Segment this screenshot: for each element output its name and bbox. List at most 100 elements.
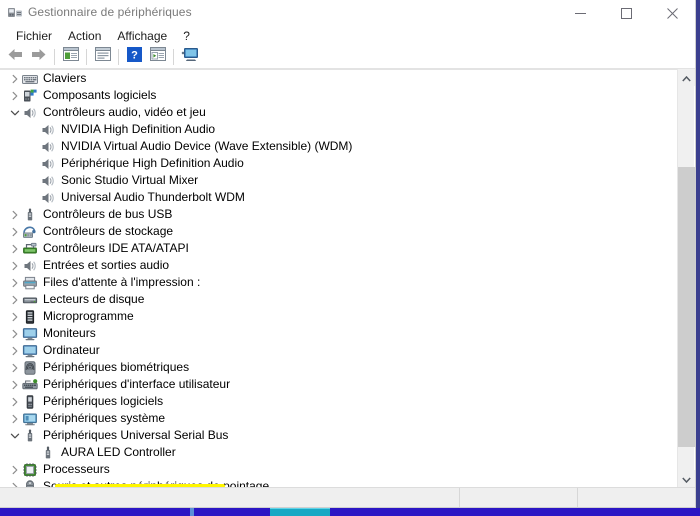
chevron-right-icon[interactable] <box>8 410 21 427</box>
chevron-right-icon[interactable] <box>8 291 21 308</box>
chevron-right-icon[interactable] <box>8 376 21 393</box>
monitor-icon <box>21 342 39 359</box>
window-caption-buttons <box>557 0 695 27</box>
tree-item[interactable]: Périphériques système <box>0 410 676 427</box>
chevron-right-icon[interactable] <box>8 461 21 478</box>
tree-item-label: Contrôleurs de stockage <box>43 224 174 238</box>
menu-aide[interactable]: ? <box>175 28 198 44</box>
chevron-right-icon[interactable] <box>8 87 21 104</box>
tree-item[interactable]: Sonic Studio Virtual Mixer <box>0 172 676 189</box>
tree-item[interactable]: Claviers <box>0 70 676 87</box>
monitor-icon <box>21 325 39 342</box>
maximize-button[interactable] <box>603 0 649 27</box>
scan-hardware-button[interactable] <box>178 46 201 67</box>
tree-item[interactable]: Souris et autres périphériques de pointa… <box>0 478 676 487</box>
update-driver-button[interactable] <box>146 46 169 67</box>
chevron-down-icon[interactable] <box>8 427 21 444</box>
device-manager-icon <box>6 4 24 22</box>
tree-item[interactable]: Contrôleurs de stockage <box>0 223 676 240</box>
taskbar-active-item[interactable] <box>270 508 330 516</box>
forward-button[interactable] <box>27 46 50 67</box>
close-button[interactable] <box>649 0 695 27</box>
tree-item[interactable]: NVIDIA Virtual Audio Device (Wave Extens… <box>0 138 676 155</box>
status-cell-main <box>0 488 460 507</box>
tree-item-label: Ordinateur <box>43 343 100 357</box>
chevron-right-icon[interactable] <box>8 206 21 223</box>
vertical-scrollbar[interactable] <box>677 69 695 487</box>
minimize-button[interactable] <box>557 0 603 27</box>
tree-item[interactable]: Processeurs <box>0 461 676 478</box>
status-bar <box>0 487 695 507</box>
properties-button[interactable] <box>91 46 114 67</box>
usb-icon <box>21 206 39 223</box>
chevron-right-icon[interactable] <box>8 393 21 410</box>
fingerprint-icon <box>21 359 39 376</box>
chevron-right-icon[interactable] <box>8 274 21 291</box>
chevron-right-icon[interactable] <box>8 478 21 487</box>
tree-item[interactable]: Entrées et sorties audio <box>0 257 676 274</box>
menu-affichage[interactable]: Affichage <box>109 28 175 44</box>
tree-item-label: Périphériques d'interface utilisateur <box>43 377 231 391</box>
toolbar-separator <box>118 48 119 65</box>
back-icon <box>7 47 24 67</box>
scrollbar-thumb[interactable] <box>678 166 695 447</box>
tree-item-label: Périphériques biométriques <box>43 360 190 374</box>
tree-item[interactable]: Contrôleurs IDE ATA/ATAPI <box>0 240 676 257</box>
help-button[interactable]: ? <box>123 46 146 67</box>
show-hide-tree-button[interactable] <box>59 46 82 67</box>
chevron-right-icon[interactable] <box>8 70 21 87</box>
tree-item[interactable]: AURA LED Controller <box>0 444 676 461</box>
menu-action[interactable]: Action <box>60 28 109 44</box>
scroll-up-button[interactable] <box>678 69 695 86</box>
chevron-right-icon[interactable] <box>8 257 21 274</box>
device-manager-window: Gestionnaire de périphériques Fichier Ac… <box>0 0 696 508</box>
chevron-right-icon[interactable] <box>8 325 21 342</box>
chevron-down-icon[interactable] <box>8 104 21 121</box>
tree-item[interactable]: NVIDIA High Definition Audio <box>0 121 676 138</box>
svg-text:?: ? <box>131 49 138 61</box>
hid-icon <box>21 376 39 393</box>
tree-item-label: Périphériques système <box>43 411 166 425</box>
tree-item[interactable]: Périphériques logiciels <box>0 393 676 410</box>
tree-item[interactable]: Universal Audio Thunderbolt WDM <box>0 189 676 206</box>
mouse-icon <box>21 478 39 487</box>
tree-item[interactable]: Contrôleurs audio, vidéo et jeu <box>0 104 676 121</box>
tree-item[interactable]: Composants logiciels <box>0 87 676 104</box>
tree-item[interactable]: Moniteurs <box>0 325 676 342</box>
tree-item[interactable]: Périphériques biométriques <box>0 359 676 376</box>
tree-item[interactable]: Périphériques d'interface utilisateur <box>0 376 676 393</box>
tree-item[interactable]: Contrôleurs de bus USB <box>0 206 676 223</box>
device-tree: Claviers Composants logiciels Contrôleurs … <box>0 70 676 487</box>
chevron-right-icon[interactable] <box>8 308 21 325</box>
chevron-right-icon[interactable] <box>8 342 21 359</box>
tree-item[interactable]: Files d'attente à l'impression : <box>0 274 676 291</box>
tree-item[interactable]: Microprogramme <box>0 308 676 325</box>
chevron-right-icon[interactable] <box>8 223 21 240</box>
processor-icon <box>21 461 39 478</box>
speaker-icon <box>39 138 57 155</box>
taskbar[interactable] <box>0 508 700 516</box>
toolbar: ? <box>0 45 695 69</box>
title-bar[interactable]: Gestionnaire de périphériques <box>0 0 695 27</box>
tree-item[interactable]: Périphérique High Definition Audio <box>0 155 676 172</box>
tree-item[interactable]: Ordinateur <box>0 342 676 359</box>
toolbar-separator <box>173 48 174 65</box>
back-button[interactable] <box>4 46 27 67</box>
menu-fichier[interactable]: Fichier <box>8 28 60 44</box>
tree-item-label: NVIDIA Virtual Audio Device (Wave Extens… <box>61 139 353 153</box>
toolbar-separator <box>54 48 55 65</box>
tree-item[interactable]: Périphériques Universal Serial Bus <box>0 427 676 444</box>
printer-icon <box>21 274 39 291</box>
tree-item[interactable]: Lecteurs de disque <box>0 291 676 308</box>
chevron-right-icon[interactable] <box>8 240 21 257</box>
scan-hardware-icon <box>181 47 199 67</box>
scroll-down-button[interactable] <box>678 470 695 487</box>
tree-item-label: Périphériques logiciels <box>43 394 164 408</box>
system-device-icon <box>21 410 39 427</box>
taskbar-item[interactable] <box>190 508 194 516</box>
status-cell-3 <box>578 488 695 507</box>
chevron-right-icon[interactable] <box>8 359 21 376</box>
